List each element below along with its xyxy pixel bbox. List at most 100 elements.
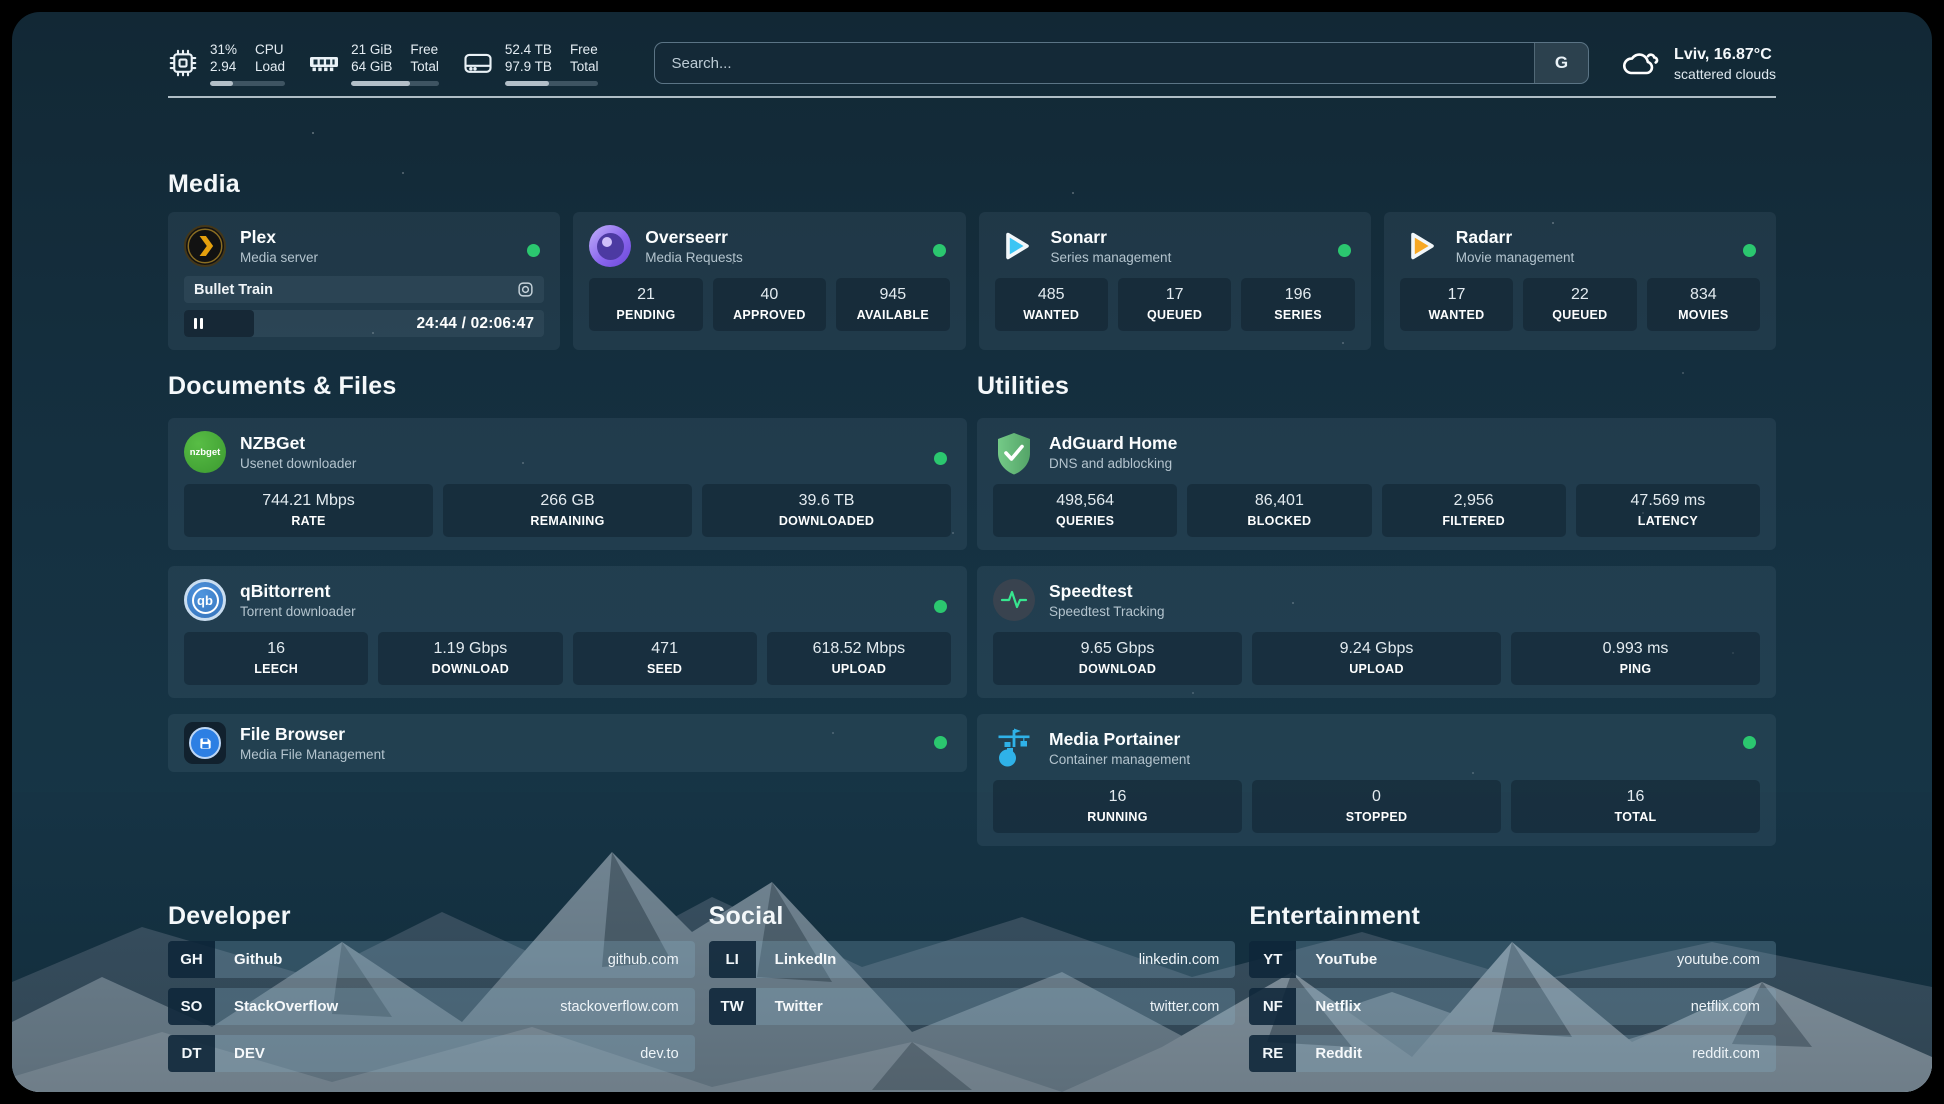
section-title-entertainment: Entertainment — [1249, 902, 1776, 931]
dashboard-window: 31% 2.94 CPU Load — [12, 12, 1932, 1092]
section-title-social: Social — [709, 902, 1236, 931]
link-name: Twitter — [775, 998, 823, 1015]
now-playing-row: Bullet Train — [184, 276, 544, 303]
section-title-developer: Developer — [168, 902, 695, 931]
app-card-nzbget[interactable]: nzbget NZBGet Usenet downloader 744.21 M… — [168, 418, 967, 550]
stat-box: 834 MOVIES — [1647, 278, 1760, 331]
disk-label-bottom: Total — [570, 58, 599, 75]
stat-box: 0.993 ms PING — [1511, 632, 1760, 685]
link-name: LinkedIn — [775, 951, 837, 968]
app-card-portainer[interactable]: Media Portainer Container management 16 … — [977, 714, 1776, 846]
stat-box: 40 APPROVED — [713, 278, 826, 331]
stat-box: 86,401 BLOCKED — [1187, 484, 1371, 537]
app-name: AdGuard Home — [1049, 432, 1177, 454]
search-engine-button[interactable]: G — [1534, 43, 1588, 83]
now-playing-media-icon — [517, 281, 534, 298]
status-dot — [1338, 244, 1351, 257]
link-abbr: GH — [168, 941, 215, 978]
stat-box: 21 PENDING — [589, 278, 702, 331]
link-url: stackoverflow.com — [560, 999, 678, 1015]
search-input[interactable] — [655, 43, 1534, 83]
scattered-clouds-icon — [1621, 48, 1661, 79]
stat-box: 485 WANTED — [995, 278, 1108, 331]
app-card-sonarr[interactable]: Sonarr Series management 485 WANTED 17 Q… — [979, 212, 1371, 350]
stat-box: 1.19 Gbps DOWNLOAD — [378, 632, 562, 685]
app-name: Plex — [240, 226, 318, 248]
app-card-qbittorrent[interactable]: qb qBittorrent Torrent downloader 16 LEE… — [168, 566, 967, 698]
memory-label-top: Free — [410, 41, 439, 58]
app-description: Usenet downloader — [240, 455, 356, 473]
section-title-media: Media — [168, 170, 1776, 199]
section-title-utilities: Utilities — [977, 372, 1776, 401]
stat-box: 618.52 Mbps UPLOAD — [767, 632, 951, 685]
stat-box: 744.21 Mbps RATE — [184, 484, 433, 537]
app-card-overseerr[interactable]: Overseerr Media Requests 21 PENDING 40 A… — [573, 212, 965, 350]
link-abbr: TW — [709, 988, 756, 1025]
link-name: YouTube — [1315, 951, 1377, 968]
speedtest-logo-icon — [993, 579, 1035, 621]
status-dot — [1743, 244, 1756, 257]
stat-box: 9.65 Gbps DOWNLOAD — [993, 632, 1242, 685]
link-twitter[interactable]: TW Twitter twitter.com — [709, 988, 1236, 1025]
memory-free-value: 21 GiB — [351, 41, 392, 58]
link-reddit[interactable]: RE Reddit reddit.com — [1249, 1035, 1776, 1072]
status-dot — [934, 600, 947, 613]
link-name: Github — [234, 951, 282, 968]
link-abbr: RE — [1249, 1035, 1296, 1072]
app-card-plex[interactable]: Plex Media server Bullet Train — [168, 212, 560, 350]
pause-icon — [194, 318, 203, 329]
app-name: File Browser — [240, 723, 385, 745]
playback-time: 24:44 / 02:06:47 — [416, 315, 534, 333]
link-url: linkedin.com — [1139, 952, 1220, 968]
radarr-logo-icon — [1400, 225, 1442, 267]
stat-box: 196 SERIES — [1241, 278, 1354, 331]
memory-stat-widget: 21 GiB 64 GiB Free Total — [309, 41, 439, 86]
app-name: NZBGet — [240, 432, 356, 454]
app-description: Movie management — [1456, 249, 1575, 267]
stat-box: 16 RUNNING — [993, 780, 1242, 833]
link-name: Netflix — [1315, 998, 1361, 1015]
link-dev[interactable]: DT DEV dev.to — [168, 1035, 695, 1072]
app-card-filebrowser[interactable]: File Browser Media File Management — [168, 714, 967, 772]
cpu-percent: 31% — [210, 41, 237, 58]
cpu-label-bottom: Load — [255, 58, 285, 75]
app-card-speedtest[interactable]: Speedtest Speedtest Tracking 9.65 Gbps D… — [977, 566, 1776, 698]
app-name: Overseerr — [645, 226, 743, 248]
link-url: netflix.com — [1691, 999, 1760, 1015]
status-dot — [1743, 736, 1756, 749]
app-description: Container management — [1049, 751, 1190, 769]
memory-total-value: 64 GiB — [351, 58, 392, 75]
status-dot — [934, 736, 947, 749]
stat-box: 16 TOTAL — [1511, 780, 1760, 833]
link-url: twitter.com — [1150, 999, 1219, 1015]
weather-location-temp: Lviv, 16.87°C — [1674, 44, 1776, 65]
stat-box: 39.6 TB DOWNLOADED — [702, 484, 951, 537]
overseerr-logo-icon — [589, 225, 631, 267]
app-description: Media server — [240, 249, 318, 267]
memory-icon — [309, 48, 339, 78]
sonarr-logo-icon — [995, 225, 1037, 267]
link-linkedin[interactable]: LI LinkedIn linkedin.com — [709, 941, 1236, 978]
memory-label-bottom: Total — [410, 58, 439, 75]
link-github[interactable]: GH Github github.com — [168, 941, 695, 978]
link-url: dev.to — [640, 1046, 678, 1062]
link-netflix[interactable]: NF Netflix netflix.com — [1249, 988, 1776, 1025]
link-abbr: DT — [168, 1035, 215, 1072]
link-youtube[interactable]: YT YouTube youtube.com — [1249, 941, 1776, 978]
section-title-documents: Documents & Files — [168, 372, 967, 401]
cpu-label-top: CPU — [255, 41, 285, 58]
stat-box: 945 AVAILABLE — [836, 278, 949, 331]
stat-box: 266 GB REMAINING — [443, 484, 692, 537]
link-name: Reddit — [1315, 1045, 1362, 1062]
link-url: youtube.com — [1677, 952, 1760, 968]
link-stackoverflow[interactable]: SO StackOverflow stackoverflow.com — [168, 988, 695, 1025]
app-card-radarr[interactable]: Radarr Movie management 17 WANTED 22 QUE… — [1384, 212, 1776, 350]
stat-box: 16 LEECH — [184, 632, 368, 685]
weather-widget: Lviv, 16.87°C scattered clouds — [1621, 44, 1776, 83]
cpu-load-value: 2.94 — [210, 58, 237, 75]
app-card-adguard[interactable]: AdGuard Home DNS and adblocking 498,564 … — [977, 418, 1776, 550]
stat-box: 2,956 FILTERED — [1382, 484, 1566, 537]
qbittorrent-logo-icon: qb — [184, 579, 226, 621]
now-playing-title: Bullet Train — [194, 282, 273, 298]
filebrowser-logo-icon — [184, 722, 226, 764]
